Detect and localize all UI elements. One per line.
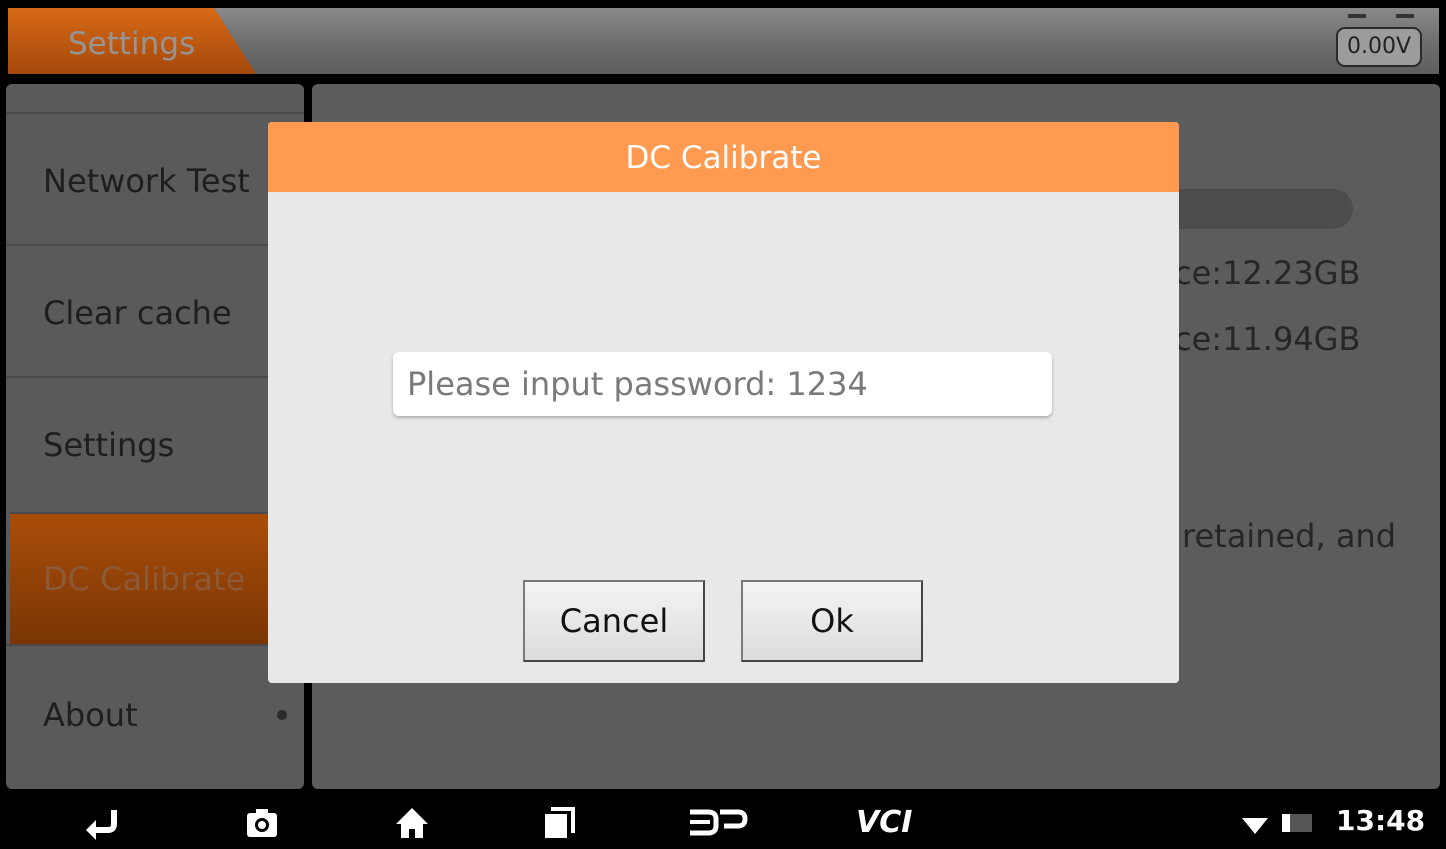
clock: 13:48 <box>1336 804 1426 837</box>
top-bar: Settings 0.00V <box>0 0 1446 82</box>
cancel-button[interactable]: Cancel <box>523 580 705 662</box>
recents-icon[interactable] <box>542 800 576 845</box>
sidebar-item-label: Network Test <box>43 162 250 200</box>
voltage-indicator: 0.00V <box>1336 27 1422 67</box>
storage-progress-bar <box>1150 189 1353 229</box>
camera-icon[interactable] <box>244 800 280 845</box>
sidebar: Network Test Clear cache Settings DC Cal… <box>6 84 304 789</box>
page-title: Settings <box>68 26 196 62</box>
dialog-title: DC Calibrate <box>625 140 822 176</box>
sidebar-item-settings[interactable]: Settings <box>6 376 304 508</box>
sidebar-item-label: Clear cache <box>43 294 232 332</box>
dc-calibrate-dialog: DC Calibrate Cancel Ok <box>268 122 1179 683</box>
wifi-icon <box>1240 800 1270 845</box>
sidebar-item-about[interactable]: About <box>6 644 304 776</box>
vci-icon[interactable]: VCI <box>856 800 926 845</box>
home-icon[interactable] <box>394 800 430 845</box>
battery-icon <box>1280 800 1320 845</box>
sidebar-item-network-test[interactable]: Network Test <box>6 112 304 244</box>
navigation-bar: VCI 13:48 <box>0 800 1446 845</box>
storage-text: ce:11.94GB <box>1174 320 1361 358</box>
back-icon[interactable] <box>80 800 120 845</box>
sidebar-item-dc-calibrate[interactable]: DC Calibrate <box>10 512 304 644</box>
ok-button[interactable]: Ok <box>741 580 923 662</box>
battery-terminal-icon <box>1348 14 1366 18</box>
battery-terminal-icon <box>1396 14 1414 18</box>
notification-dot-icon <box>277 710 287 720</box>
description-text: retained, and <box>1182 517 1397 555</box>
sidebar-item-label: DC Calibrate <box>43 560 246 598</box>
sidebar-item-clear-cache[interactable]: Clear cache <box>6 244 304 376</box>
password-input[interactable] <box>393 352 1052 416</box>
dp-icon[interactable] <box>688 800 748 845</box>
sidebar-item-label: About <box>43 696 138 734</box>
storage-text: ce:12.23GB <box>1174 254 1361 292</box>
sidebar-item-label: Settings <box>43 426 175 464</box>
